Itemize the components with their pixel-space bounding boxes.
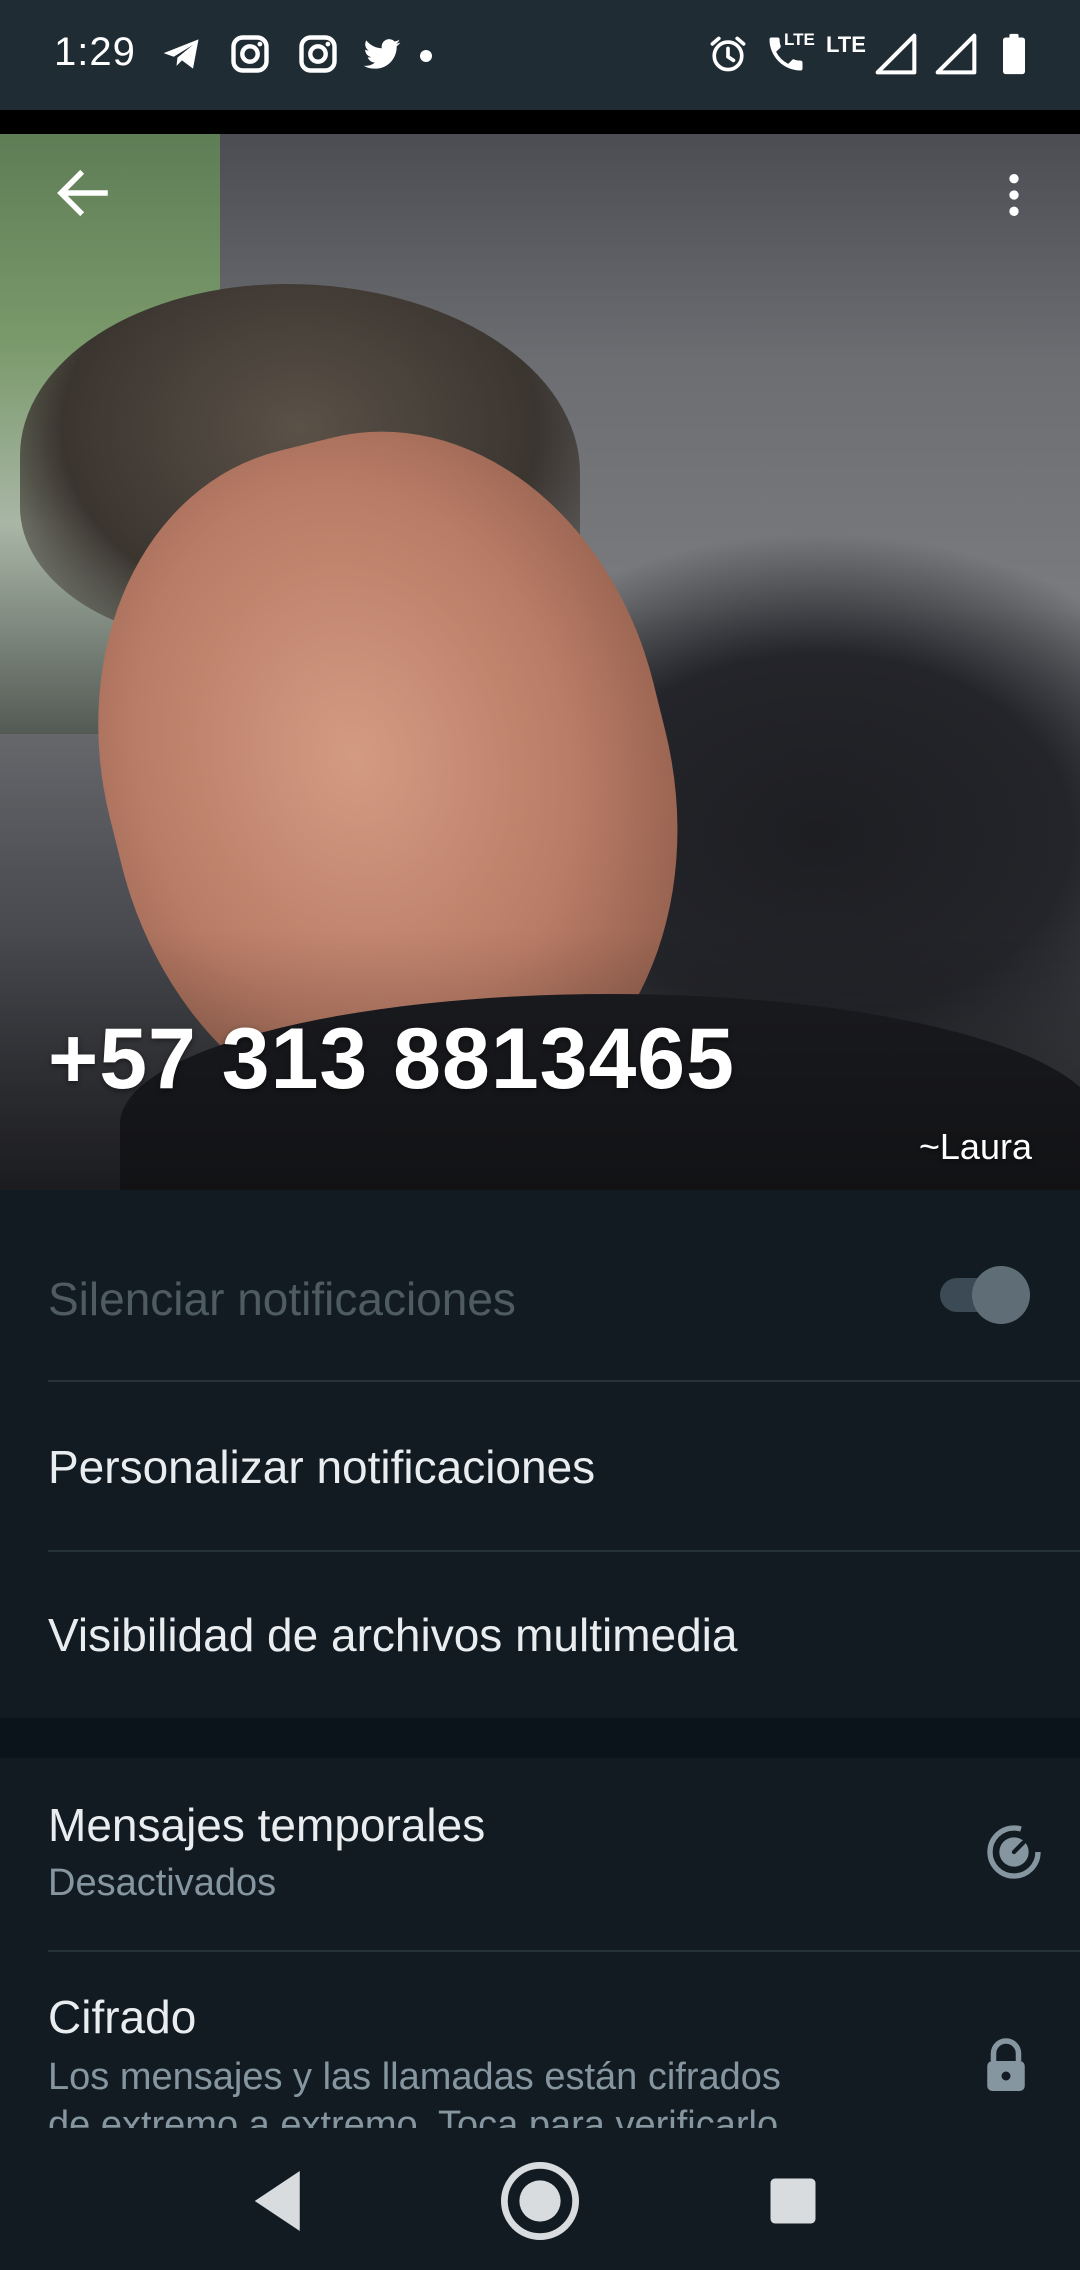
- nav-recents-icon: [770, 2178, 816, 2224]
- volte-label: LTE: [784, 30, 815, 49]
- mute-notifications-toggle[interactable]: [936, 1264, 1036, 1324]
- status-bar: 1:29 LTE LTE: [0, 0, 1080, 110]
- disappearing-messages-label: Mensajes temporales: [48, 1799, 486, 1851]
- privacy-section: Mensajes temporales Desactivados Cifrado…: [0, 1758, 1080, 2128]
- encryption-description-line2: de extremo a extremo. Toca para verifica…: [48, 2104, 789, 2128]
- battery-icon: [992, 32, 1036, 76]
- disappearing-messages-status: Desactivados: [48, 1862, 277, 1904]
- custom-notifications-label: Personalizar notificaciones: [48, 1441, 596, 1493]
- toggle-thumb: [972, 1266, 1030, 1324]
- nav-home-button[interactable]: [495, 2156, 585, 2246]
- status-bar-divider: [0, 110, 1080, 134]
- instagram-icon: [296, 32, 340, 76]
- alarm-icon: [706, 32, 750, 76]
- media-visibility-row[interactable]: Visibilidad de archivos multimedia: [0, 1552, 1080, 1718]
- notification-settings-section: Silenciar notificaciones Personalizar no…: [0, 1210, 1080, 1718]
- mute-notifications-label: Silenciar notificaciones: [48, 1273, 516, 1325]
- encryption-label: Cifrado: [48, 1991, 197, 2043]
- nav-back-button[interactable]: [236, 2156, 326, 2246]
- system-navigation-bar: [0, 2128, 1080, 2270]
- encryption-description-line1: Los mensajes y las llamadas están cifrad…: [48, 2056, 781, 2098]
- disappearing-messages-row[interactable]: Mensajes temporales Desactivados: [0, 1758, 1080, 1950]
- instagram-icon: [228, 32, 272, 76]
- timer-icon: [982, 1820, 1046, 1884]
- nav-back-icon: [254, 2171, 300, 2231]
- nav-home-icon: [501, 2162, 579, 2240]
- signal-icon: [874, 32, 918, 76]
- back-button[interactable]: [50, 160, 116, 226]
- signal-icon: [934, 32, 978, 76]
- lte-label: LTE: [826, 32, 866, 57]
- more-vert-icon: [1009, 174, 1019, 216]
- section-separator: [0, 1718, 1080, 1758]
- nav-recents-button[interactable]: [748, 2156, 838, 2246]
- more-options-button[interactable]: [986, 160, 1042, 230]
- contact-push-name: ~Laura: [918, 1126, 1032, 1167]
- telegram-icon: [160, 32, 204, 76]
- lock-icon: [976, 2036, 1036, 2096]
- contact-phone-number: +57 313 8813465: [48, 1011, 735, 1107]
- notification-dot: [420, 50, 432, 62]
- encryption-row[interactable]: Cifrado Los mensajes y las llamadas está…: [0, 1952, 1080, 2128]
- status-time: 1:29: [54, 30, 136, 74]
- custom-notifications-row[interactable]: Personalizar notificaciones: [0, 1382, 1080, 1550]
- twitter-icon: [360, 32, 404, 76]
- media-visibility-label: Visibilidad de archivos multimedia: [48, 1609, 738, 1661]
- arrow-back-icon: [57, 169, 108, 217]
- mute-notifications-row[interactable]: Silenciar notificaciones: [0, 1210, 1080, 1380]
